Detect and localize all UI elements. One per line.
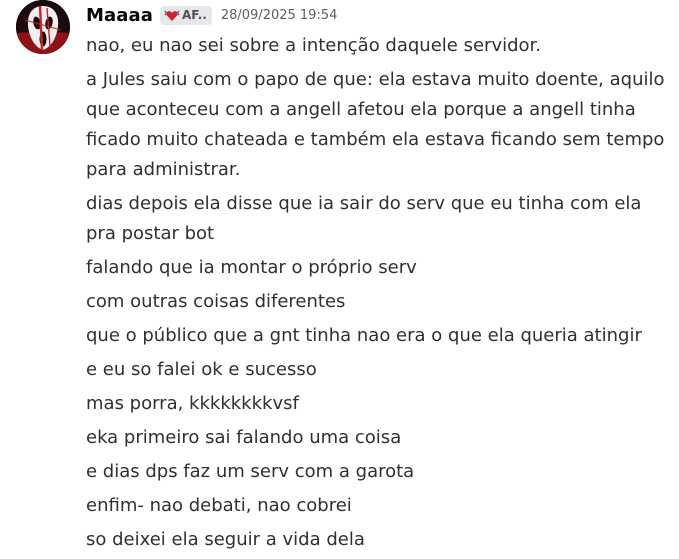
message-text: enfim- nao debati, nao cobrei: [86, 495, 352, 516]
message-text: com outras coisas diferentes: [86, 291, 346, 312]
message-text: so deixei ela seguir a vida dela: [86, 529, 365, 550]
message-timestamp[interactable]: 28/09/2025 19:54: [221, 8, 338, 23]
message-text: dias depois ela disse que ia sair do ser…: [86, 193, 642, 244]
message-text: mas porra, kkkkkkkkvsf: [86, 393, 299, 414]
server-tag[interactable]: AF..: [160, 5, 212, 25]
message-text: e dias dps faz um serv com a garota: [86, 461, 415, 482]
message-text: que o público que a gnt tinha nao era o …: [86, 325, 642, 346]
avatar[interactable]: [16, 0, 70, 54]
winged-heart-icon: [164, 10, 180, 21]
message-text: eka primeiro sai falando uma coisa: [86, 427, 402, 448]
message-text: falando que ia montar o próprio serv: [86, 257, 417, 278]
message-text: e eu so falei ok e sucesso: [86, 359, 317, 380]
server-tag-label: AF..: [182, 8, 207, 22]
username[interactable]: Maaaa: [86, 5, 153, 26]
message-text: nao, eu nao sei sobre a intenção daquele…: [86, 35, 542, 56]
message-list: nao, eu nao sei sobre a intenção daquele…: [86, 31, 671, 559]
message-text: a Jules saiu com o papo de que: ela esta…: [86, 69, 665, 180]
message-header: Maaaa AF.. 28/09/2025 19:54: [86, 3, 337, 27]
ghostface-mask-icon: [16, 0, 70, 54]
